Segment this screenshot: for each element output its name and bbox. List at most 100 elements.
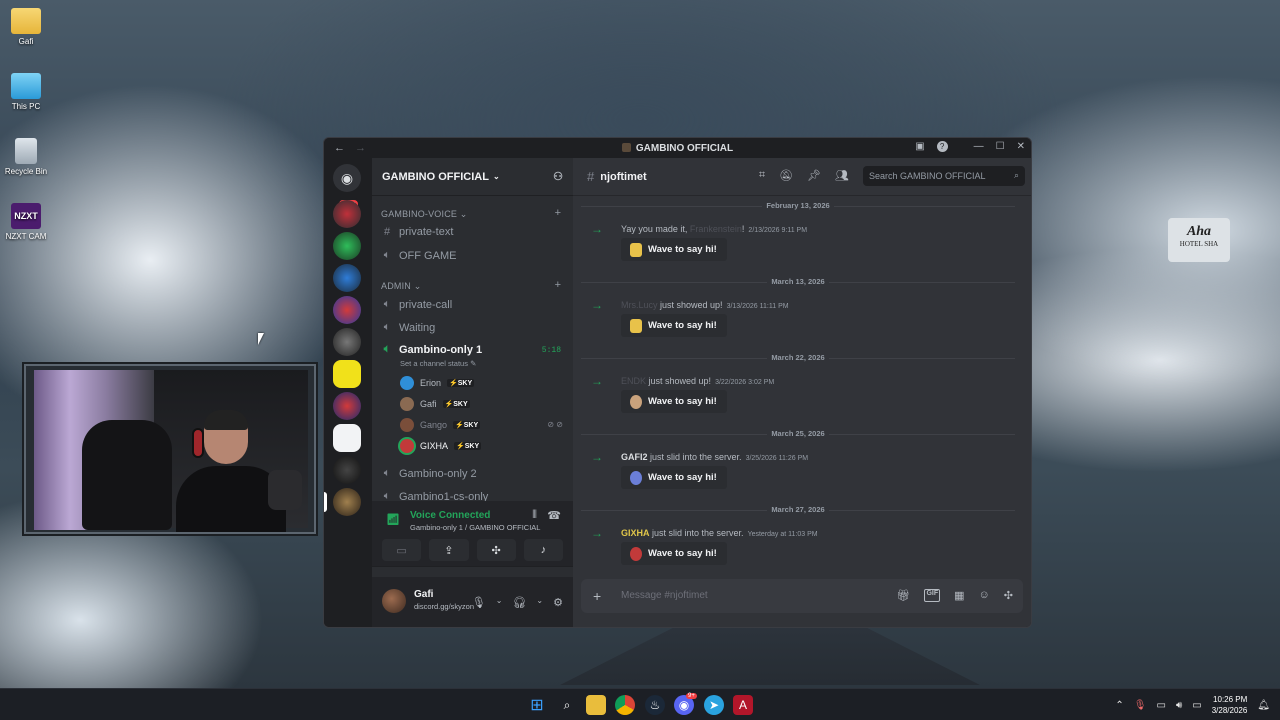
channel-private-text[interactable]: # private-text	[381, 226, 453, 238]
add-member-icon[interactable]: ⚇	[553, 170, 563, 183]
channel-gambino-only-1[interactable]: 🔈︎ Gambino-only 1	[381, 343, 482, 356]
close-button[interactable]: ✕	[1017, 141, 1025, 152]
member-list-icon[interactable]: 👥︎	[835, 169, 849, 182]
voice-user[interactable]: Gafi ⚡SKY	[400, 397, 470, 411]
server-icon[interactable]	[333, 392, 361, 420]
user-status[interactable]: discord.gg/skyzon	[414, 602, 474, 611]
gear-icon[interactable]: ⚙	[553, 596, 563, 609]
channel-off-game[interactable]: 🔈︎ OFF GAME	[381, 249, 457, 262]
message-composer[interactable]: + Message #njoftimet 🎁︎ GIF ▦ ☺ ✣	[581, 579, 1023, 613]
message-username[interactable]: ENDK	[621, 376, 646, 386]
message-username[interactable]: GAFI2	[621, 452, 648, 462]
server-icon[interactable]	[333, 264, 361, 292]
server-icon[interactable]	[333, 232, 361, 260]
gift-icon[interactable]: 🎁︎	[897, 589, 911, 602]
maximize-button[interactable]: ☐	[996, 141, 1005, 152]
voice-channel-path[interactable]: Gambino-only 1 / GAMBINO OFFICIAL	[410, 523, 540, 532]
headphones-icon	[192, 428, 204, 458]
server-icon[interactable]	[333, 424, 361, 452]
signal-icon[interactable]: 📶︎	[386, 513, 400, 526]
avatar[interactable]	[382, 589, 406, 613]
emoji-icon[interactable]: ☺	[979, 589, 990, 602]
wave-button[interactable]: Wave to say hi!	[621, 314, 727, 337]
sticker-icon[interactable]: ▦	[954, 589, 964, 602]
help-icon[interactable]: ?	[936, 141, 948, 152]
clock[interactable]: 10:26 PM 3/28/2026	[1212, 694, 1248, 716]
inbox-icon[interactable]: ▣	[915, 141, 924, 152]
camera-button[interactable]: ▭	[382, 539, 422, 561]
voice-status[interactable]: Voice Connected	[410, 510, 490, 521]
activities-button[interactable]: ✣	[476, 539, 516, 561]
telegram-icon[interactable]: ➤	[704, 695, 724, 715]
wave-button[interactable]: Wave to say hi!	[621, 542, 727, 565]
channel-status[interactable]: Set a channel status ✎	[400, 359, 476, 368]
battery-icon[interactable]: ▭	[1192, 700, 1201, 711]
desktop-icon-nzxt-cam[interactable]: NZXT NZXT CAM	[0, 203, 56, 241]
user-tag: ⚡SKY	[442, 400, 470, 408]
user-name[interactable]: Gafi	[414, 589, 433, 600]
category-gambino-voice[interactable]: GAMBINO-VOICE ⌄	[381, 209, 468, 220]
microphone-icon[interactable]: 🎙︎	[472, 596, 486, 609]
speaker-icon: 🔈︎	[383, 249, 391, 261]
app-a-icon[interactable]: A	[733, 695, 753, 715]
gif-icon[interactable]: GIF	[924, 589, 941, 602]
create-channel-icon[interactable]: +	[555, 279, 561, 291]
noise-suppression-icon[interactable]: ⦀	[532, 509, 537, 522]
chevron-down-icon[interactable]: ⌄	[536, 596, 543, 609]
message-username[interactable]: Mrs.Lucy	[621, 300, 658, 310]
channel-gambino-only-2[interactable]: 🔈︎ Gambino-only 2	[381, 467, 477, 480]
wave-button[interactable]: Wave to say hi!	[621, 466, 727, 489]
desktop-icon-this-pc[interactable]: This PC	[0, 73, 56, 111]
headphones-icon[interactable]: 🎧︎	[512, 596, 526, 609]
notifications-muted-icon[interactable]: 🔕︎	[779, 169, 793, 182]
apps-icon[interactable]: ✣	[1004, 589, 1013, 602]
pin-icon[interactable]: 📌︎	[807, 169, 821, 182]
disconnect-icon[interactable]: ☎	[547, 509, 561, 522]
server-icon[interactable]	[333, 328, 361, 356]
home-discord-icon[interactable]: ◉	[333, 164, 361, 192]
date-divider: February 13, 2026	[581, 201, 1015, 211]
chevron-up-icon[interactable]: ⌃	[1115, 700, 1123, 711]
desktop-icon-label: Recycle Bin	[4, 167, 48, 176]
windows-start-icon[interactable]: ⊞	[527, 695, 547, 715]
desktop-icon-recycle-bin[interactable]: Recycle Bin	[0, 138, 56, 176]
desktop-icon-gafi[interactable]: Gafi	[0, 8, 56, 46]
volume-icon[interactable]: 🔊︎	[1176, 700, 1182, 711]
create-channel-icon[interactable]: +	[555, 207, 561, 219]
gambino-server-icon[interactable]	[333, 488, 361, 516]
message-username[interactable]: GIXHA	[621, 528, 650, 538]
message-username[interactable]: Frankenstein	[690, 224, 742, 234]
server-icon[interactable]	[333, 200, 361, 228]
steam-icon[interactable]: ♨	[645, 695, 665, 715]
soundboard-button[interactable]: ♪	[523, 539, 563, 561]
avatar	[400, 397, 414, 411]
search-input[interactable]: Search GAMBINO OFFICIAL ⌕	[863, 166, 1025, 186]
chevron-down-icon[interactable]: ⌄	[496, 596, 503, 609]
channel-waiting[interactable]: 🔈︎ Waiting	[381, 321, 436, 334]
microphone-icon[interactable]: 🎙︎	[1134, 700, 1147, 711]
category-admin[interactable]: ADMIN ⌄	[381, 281, 421, 292]
notification-icon[interactable]: 🔔︎	[1257, 700, 1270, 711]
chrome-icon[interactable]	[615, 695, 635, 715]
search-icon[interactable]: ⌕	[557, 695, 577, 715]
server-icon[interactable]	[333, 296, 361, 324]
upload-plus-icon[interactable]: +	[593, 588, 601, 604]
share-screen-button[interactable]: ⇪	[429, 539, 469, 561]
channel-sidebar: GAMBINO OFFICIAL ⌄ ⚇ GAMBINO-VOICE ⌄ + # p…	[372, 158, 573, 627]
server-header[interactable]: GAMBINO OFFICIAL ⌄ ⚇	[372, 158, 573, 196]
server-icon[interactable]	[333, 456, 361, 484]
wave-button[interactable]: Wave to say hi!	[621, 390, 727, 413]
wave-button[interactable]: Wave to say hi!	[621, 238, 727, 261]
threads-icon[interactable]: ⌗	[759, 169, 765, 182]
voice-user[interactable]: Gango ⚡SKY	[400, 418, 481, 432]
minimize-button[interactable]: —	[974, 141, 984, 152]
discord-window: ← → GAMBINO OFFICIAL ▣ ? — ☐ ✕ ◉ 125 GAM…	[323, 137, 1032, 628]
channel-private-call[interactable]: 🔈︎ private-call	[381, 298, 453, 311]
hashtag-icon: #	[383, 226, 391, 238]
voice-user[interactable]: GIXHA ⚡SKY	[400, 439, 482, 453]
voice-user[interactable]: Erion ⚡SKY	[400, 376, 475, 390]
server-icon[interactable]	[333, 360, 361, 388]
file-explorer-icon[interactable]	[586, 695, 606, 715]
message-input[interactable]: Message #njoftimet	[621, 590, 708, 601]
network-icon[interactable]: ▭	[1156, 700, 1165, 711]
